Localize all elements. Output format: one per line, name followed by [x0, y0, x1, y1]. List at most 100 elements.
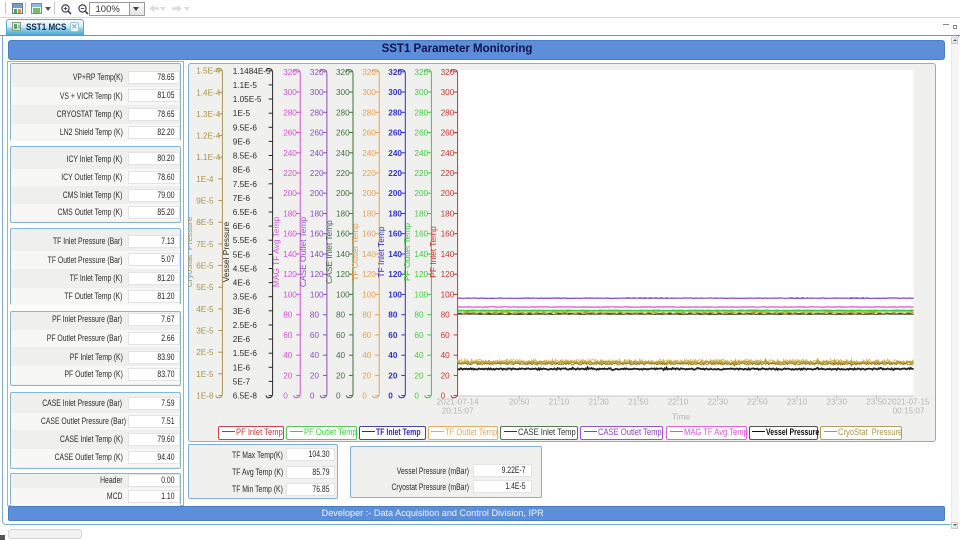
svg-text:100: 100 — [414, 290, 428, 299]
svg-text:2021-07-14: 2021-07-14 — [437, 398, 479, 407]
svg-text:40: 40 — [310, 351, 320, 360]
svg-text:20: 20 — [441, 371, 451, 380]
svg-text:40: 40 — [283, 351, 293, 360]
svg-text:160: 160 — [336, 230, 350, 239]
svg-text:21:30: 21:30 — [588, 398, 609, 407]
svg-text:3E-6: 3E-6 — [233, 307, 251, 316]
svg-text:300: 300 — [336, 88, 350, 97]
svg-text:21:10: 21:10 — [549, 398, 570, 407]
svg-text:0: 0 — [310, 392, 315, 401]
svg-text:300: 300 — [362, 88, 376, 97]
svg-text:220: 220 — [388, 169, 402, 178]
svg-text:80: 80 — [388, 311, 398, 320]
svg-text:8.5E-6: 8.5E-6 — [233, 152, 258, 161]
svg-text:120: 120 — [362, 270, 376, 279]
svg-text:20: 20 — [362, 371, 372, 380]
svg-text:40: 40 — [441, 351, 451, 360]
svg-text:240: 240 — [414, 149, 428, 158]
svg-text:60: 60 — [414, 331, 424, 340]
svg-text:120: 120 — [336, 270, 350, 279]
svg-text:260: 260 — [336, 129, 350, 138]
svg-text:160: 160 — [362, 230, 376, 239]
svg-text:320: 320 — [414, 68, 428, 77]
svg-text:1E-5: 1E-5 — [233, 109, 251, 118]
svg-text:100: 100 — [283, 290, 297, 299]
svg-text:1E-8: 1E-8 — [196, 392, 214, 401]
svg-text:TF Outlet Temp: TF Outlet Temp — [350, 223, 360, 281]
svg-text:200: 200 — [336, 189, 350, 198]
svg-text:200: 200 — [310, 189, 324, 198]
svg-text:240: 240 — [362, 149, 376, 158]
svg-text:1E-4: 1E-4 — [196, 175, 214, 184]
svg-text:180: 180 — [283, 210, 297, 219]
svg-text:180: 180 — [388, 210, 402, 219]
svg-text:300: 300 — [283, 88, 297, 97]
svg-text:3.5E-6: 3.5E-6 — [233, 293, 258, 302]
svg-text:0: 0 — [362, 392, 367, 401]
svg-text:1.5E-6: 1.5E-6 — [233, 349, 258, 358]
svg-text:0: 0 — [283, 392, 288, 401]
svg-text:100: 100 — [310, 290, 324, 299]
svg-text:60: 60 — [441, 331, 451, 340]
svg-text:220: 220 — [310, 169, 324, 178]
svg-text:20:50: 20:50 — [509, 398, 530, 407]
svg-text:6.5E-8: 6.5E-8 — [233, 392, 258, 401]
svg-text:260: 260 — [414, 129, 428, 138]
svg-text:5.5E-6: 5.5E-6 — [233, 236, 258, 245]
svg-text:1E-5: 1E-5 — [196, 370, 214, 379]
svg-text:CASE Inlet Temp: CASE Inlet Temp — [324, 220, 334, 284]
svg-text:220: 220 — [283, 169, 297, 178]
svg-text:00:15:07: 00:15:07 — [893, 407, 925, 416]
svg-text:220: 220 — [441, 169, 455, 178]
svg-text:0: 0 — [414, 392, 419, 401]
svg-text:300: 300 — [414, 88, 428, 97]
svg-text:20: 20 — [283, 371, 293, 380]
svg-text:2E-6: 2E-6 — [233, 335, 251, 344]
svg-text:140: 140 — [310, 250, 324, 259]
svg-text:80: 80 — [336, 311, 346, 320]
svg-text:160: 160 — [283, 230, 297, 239]
svg-text:PF Outlet Temp: PF Outlet Temp — [402, 223, 412, 281]
svg-text:280: 280 — [388, 108, 402, 117]
svg-text:20: 20 — [388, 371, 398, 380]
svg-text:180: 180 — [362, 210, 376, 219]
svg-text:220: 220 — [336, 169, 350, 178]
svg-text:160: 160 — [388, 230, 402, 239]
svg-text:60: 60 — [310, 331, 320, 340]
svg-text:240: 240 — [310, 149, 324, 158]
svg-text:220: 220 — [362, 169, 376, 178]
svg-text:120: 120 — [283, 270, 297, 279]
svg-text:1.5E-4: 1.5E-4 — [196, 67, 221, 76]
svg-text:320: 320 — [388, 68, 402, 77]
svg-text:140: 140 — [283, 250, 297, 259]
svg-text:20: 20 — [414, 371, 424, 380]
svg-text:100: 100 — [336, 290, 350, 299]
svg-text:320: 320 — [336, 68, 350, 77]
svg-text:1.2E-4: 1.2E-4 — [196, 132, 221, 141]
svg-text:20:15:07: 20:15:07 — [442, 407, 474, 416]
svg-text:320: 320 — [362, 68, 376, 77]
svg-text:80: 80 — [441, 311, 451, 320]
svg-text:6E-5: 6E-5 — [196, 262, 214, 271]
svg-text:140: 140 — [336, 250, 350, 259]
svg-text:120: 120 — [388, 270, 402, 279]
svg-text:1.4E-4: 1.4E-4 — [196, 88, 221, 97]
svg-text:260: 260 — [388, 129, 402, 138]
svg-text:20: 20 — [310, 371, 320, 380]
svg-text:180: 180 — [336, 210, 350, 219]
svg-text:7E-6: 7E-6 — [233, 194, 251, 203]
svg-text:240: 240 — [283, 149, 297, 158]
svg-text:22:30: 22:30 — [707, 398, 728, 407]
svg-text:9E-6: 9E-6 — [233, 137, 251, 146]
svg-text:23:10: 23:10 — [787, 398, 808, 407]
svg-text:1.3E-4: 1.3E-4 — [196, 110, 221, 119]
svg-text:2E-5: 2E-5 — [196, 348, 214, 357]
svg-text:CASE Outlet Temp: CASE Outlet Temp — [298, 217, 308, 287]
svg-text:20: 20 — [336, 371, 346, 380]
svg-text:1.1E-4: 1.1E-4 — [196, 153, 221, 162]
svg-text:9.5E-6: 9.5E-6 — [233, 123, 258, 132]
svg-text:5E-6: 5E-6 — [233, 250, 251, 259]
svg-text:7.5E-6: 7.5E-6 — [233, 180, 258, 189]
svg-text:40: 40 — [362, 351, 372, 360]
svg-text:320: 320 — [441, 68, 455, 77]
